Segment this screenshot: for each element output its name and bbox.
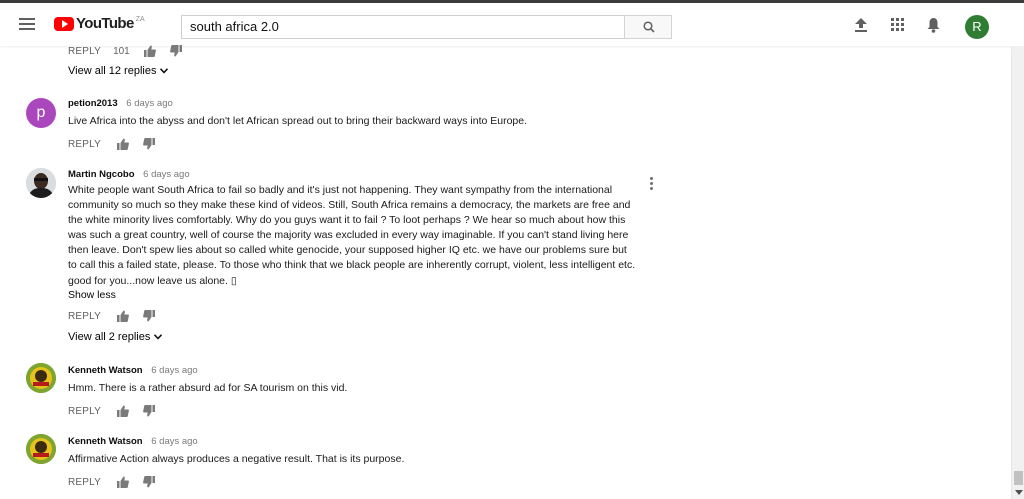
chevron-down-icon — [154, 334, 163, 340]
comment-time[interactable]: 6 days ago — [151, 365, 197, 376]
logo-text: YouTube — [76, 15, 134, 32]
dislike-icon[interactable] — [143, 310, 156, 322]
reply-button[interactable]: REPLY — [68, 46, 101, 57]
comments-section: REPLY 101 View all 12 replies p petion20… — [0, 44, 1010, 499]
author-name[interactable]: Kenneth Watson — [68, 365, 143, 376]
dislike-icon[interactable] — [143, 138, 156, 150]
reply-button[interactable]: REPLY — [68, 477, 101, 488]
like-icon[interactable] — [117, 405, 129, 417]
comment-text: White people want South Africa to fail s… — [68, 184, 636, 287]
reply-button[interactable]: REPLY — [68, 139, 101, 150]
comment-header: petion2013 6 days ago — [68, 98, 173, 109]
notifications-bell-icon[interactable] — [927, 18, 940, 33]
comment-time[interactable]: 6 days ago — [126, 98, 172, 109]
comment-header: Kenneth Watson 6 days ago — [68, 436, 198, 447]
search-input[interactable]: south africa 2.0 — [181, 15, 625, 39]
reply-button[interactable]: REPLY — [68, 406, 101, 417]
comment-actions: REPLY — [68, 309, 169, 323]
show-less-button[interactable]: Show less — [68, 289, 116, 301]
masthead: YouTube ZA south africa 2.0 R — [0, 0, 1024, 46]
avatar-photo — [26, 168, 56, 198]
avatar[interactable] — [26, 434, 56, 464]
comment-time[interactable]: 6 days ago — [143, 169, 189, 180]
like-icon[interactable] — [143, 45, 156, 57]
author-name[interactable]: Martin Ngcobo — [68, 169, 135, 180]
like-icon[interactable] — [117, 476, 129, 488]
comment-text: Affirmative Action always produces a neg… — [68, 453, 405, 465]
comment-actions: REPLY — [68, 475, 169, 489]
youtube-play-icon — [54, 17, 74, 31]
comment-time[interactable]: 6 days ago — [151, 436, 197, 447]
comment-actions: REPLY — [68, 137, 169, 151]
comment-actions: REPLY — [68, 404, 169, 418]
menu-icon[interactable] — [19, 18, 35, 30]
reply-button[interactable]: REPLY — [68, 311, 101, 322]
dislike-icon[interactable] — [169, 45, 182, 57]
avatar-photo — [26, 434, 56, 464]
view-replies-button[interactable]: View all 12 replies — [68, 65, 169, 77]
youtube-logo[interactable]: YouTube ZA — [54, 15, 145, 33]
apps-grid-icon[interactable] — [891, 18, 904, 31]
avatar[interactable] — [26, 363, 56, 393]
chevron-down-icon — [160, 68, 169, 74]
more-actions-icon[interactable] — [650, 177, 653, 192]
avatar-photo — [26, 363, 56, 393]
comment-header: Kenneth Watson 6 days ago — [68, 365, 198, 376]
like-icon[interactable] — [117, 310, 129, 322]
scrollbar-thumb[interactable] — [1014, 471, 1023, 485]
author-name[interactable]: Kenneth Watson — [68, 436, 143, 447]
search-icon — [643, 21, 655, 33]
dislike-icon[interactable] — [143, 405, 156, 417]
avatar[interactable] — [26, 168, 56, 198]
like-icon[interactable] — [117, 138, 129, 150]
upload-icon[interactable] — [855, 18, 867, 32]
comment-text: Hmm. There is a rather absurd ad for SA … — [68, 382, 348, 394]
view-replies-label: View all 12 replies — [68, 65, 157, 77]
view-replies-label: View all 2 replies — [68, 331, 151, 343]
comment-header: Martin Ngcobo 6 days ago — [68, 169, 190, 180]
dislike-icon[interactable] — [143, 476, 156, 488]
view-replies-button[interactable]: View all 2 replies — [68, 331, 163, 343]
comment-text: Live Africa into the abyss and don't let… — [68, 115, 528, 127]
page-scrollbar[interactable] — [1011, 46, 1024, 499]
search-button[interactable] — [624, 15, 672, 39]
avatar[interactable]: p — [26, 98, 56, 128]
country-code: ZA — [135, 16, 145, 23]
author-name[interactable]: petion2013 — [68, 98, 118, 109]
like-count: 101 — [113, 45, 130, 57]
account-avatar[interactable]: R — [965, 15, 989, 39]
comment-actions: REPLY 101 — [68, 44, 196, 58]
scroll-down-arrow-icon[interactable] — [1015, 490, 1023, 495]
